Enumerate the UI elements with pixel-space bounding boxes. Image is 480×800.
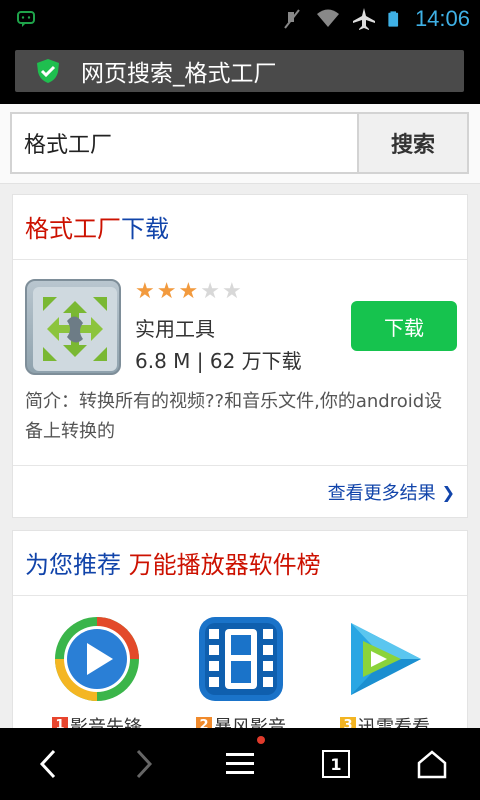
app-category: 实用工具	[135, 317, 215, 341]
recommend-apps: 1 影音先锋 2 暴风影音	[13, 615, 467, 738]
recommend-card: 为您推荐 万能播放器软件榜 1 影音先锋	[12, 530, 468, 750]
back-button[interactable]	[8, 728, 88, 800]
title-bar: 网页搜索_格式工厂	[0, 38, 480, 104]
tabs-icon: 1	[322, 750, 350, 778]
recommend-app[interactable]: 2 暴风影音	[181, 615, 301, 739]
search-button[interactable]: 搜索	[357, 112, 469, 174]
bottom-nav: 1	[0, 728, 480, 800]
play-app-icon	[55, 617, 139, 701]
format-factory-logo-icon	[33, 287, 117, 371]
battery-icon	[388, 11, 399, 27]
result-title-suffix: 下载	[121, 215, 169, 243]
app-description: 简介：转换所有的视频??和音乐文件,你的android设备上转换的	[25, 391, 443, 442]
menu-button[interactable]	[200, 728, 280, 800]
star-icon: ★	[200, 279, 220, 304]
shield-check-icon	[37, 59, 59, 83]
recommend-app[interactable]: 1 影音先锋	[37, 615, 157, 739]
tabs-count: 1	[330, 754, 342, 774]
result-title[interactable]: 格式工厂下载	[25, 209, 169, 244]
search-input[interactable]: 格式工厂	[10, 112, 358, 174]
home-icon	[417, 750, 447, 779]
result-card: 格式工厂下载 ★ ★ ★ ★ ★ 实用工具 6.8 M | 62 万下载 下载 …	[12, 194, 468, 518]
recommend-title-prefix: 为您推荐	[25, 551, 121, 579]
divider	[13, 259, 467, 260]
tabs-button[interactable]: 1	[296, 728, 376, 800]
forward-button[interactable]	[104, 728, 184, 800]
chevron-right-icon	[136, 749, 153, 779]
status-bar: 14:06	[0, 0, 480, 38]
airplane-icon	[352, 8, 375, 30]
star-icon: ★	[178, 279, 199, 304]
more-results-link[interactable]: 查看更多结果 ❯	[328, 479, 455, 505]
app-meta: 6.8 M | 62 万下载	[135, 349, 302, 373]
xunlei-app-icon	[351, 623, 421, 695]
recommend-app[interactable]: 3 迅雷看看	[325, 615, 445, 739]
muted-icon	[284, 9, 300, 29]
home-button[interactable]	[392, 728, 472, 800]
more-results-label: 查看更多结果	[327, 483, 436, 504]
menu-icon	[226, 753, 254, 774]
divider	[13, 465, 467, 466]
star-icon: ★	[221, 279, 242, 304]
chat-icon	[17, 11, 35, 27]
search-area: 格式工厂 搜索	[0, 104, 480, 184]
film-app-icon	[199, 617, 283, 701]
star-icon: ★	[156, 279, 177, 304]
notification-dot	[257, 736, 265, 744]
rating-stars: ★ ★ ★ ★ ★	[135, 281, 242, 303]
page-title: 网页搜索_格式工厂	[81, 61, 277, 87]
wifi-icon	[316, 9, 339, 27]
url-bar[interactable]: 网页搜索_格式工厂	[15, 50, 464, 92]
recommend-title: 为您推荐 万能播放器软件榜	[25, 545, 321, 580]
recommend-title-list: 万能播放器软件榜	[128, 551, 321, 579]
app-icon[interactable]	[25, 279, 121, 375]
download-button[interactable]: 下载	[351, 301, 457, 351]
divider	[13, 595, 467, 596]
chevron-right-icon: ❯	[441, 482, 455, 502]
star-icon: ★	[135, 279, 155, 304]
status-time: 14:06	[414, 6, 470, 31]
chevron-left-icon	[39, 749, 56, 779]
result-title-keyword: 格式工厂	[25, 215, 121, 243]
